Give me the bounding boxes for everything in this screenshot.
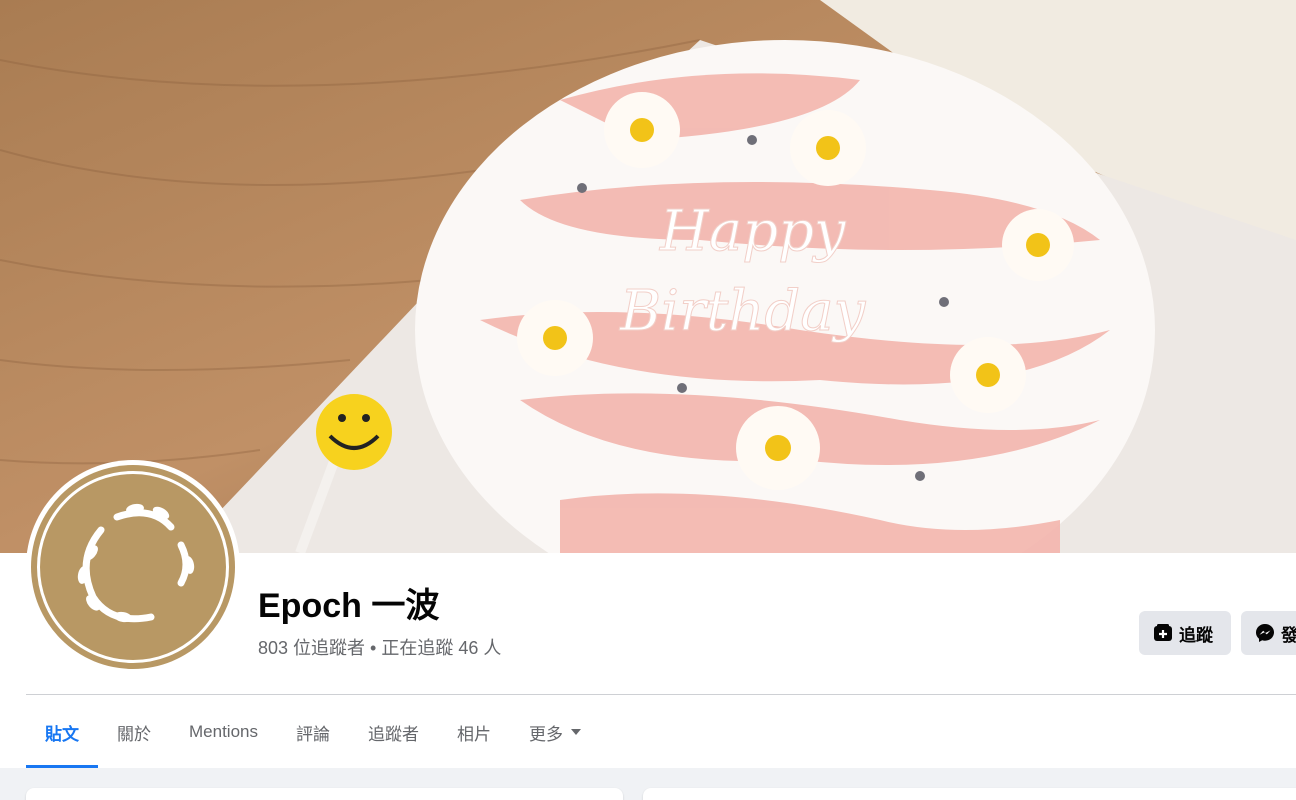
tab-photos[interactable]: 相片 xyxy=(438,696,510,768)
tab-label: 貼文 xyxy=(45,724,79,744)
header-divider xyxy=(26,694,1296,695)
tab-about[interactable]: 關於 xyxy=(98,696,170,768)
messenger-icon xyxy=(1255,623,1275,643)
post-composer-card xyxy=(643,788,1296,800)
caret-down-icon xyxy=(570,729,581,735)
facebook-page: Happy Birthday Epoch 一波 803 位追蹤者 • 正在追蹤 … xyxy=(0,0,1296,800)
tab-followers[interactable]: 追蹤者 xyxy=(349,696,438,768)
laurel-logo-icon xyxy=(77,503,195,623)
tab-label: 關於 xyxy=(117,724,151,744)
tab-label: Mentions xyxy=(189,722,258,741)
avatar-logo-bg xyxy=(31,465,235,669)
message-label: 發 xyxy=(1281,625,1296,645)
tab-posts[interactable]: 貼文 xyxy=(26,696,98,768)
tab-reviews[interactable]: 評論 xyxy=(277,696,349,768)
page-tabs: 貼文 關於 Mentions 評論 追蹤者 相片 更多 xyxy=(26,696,600,768)
tab-more[interactable]: 更多 xyxy=(510,696,600,768)
tab-label: 更多 xyxy=(528,724,563,744)
message-button[interactable]: 發 xyxy=(1241,611,1296,655)
tab-label: 追蹤者 xyxy=(367,724,419,744)
tab-label: 評論 xyxy=(295,724,330,744)
cake-text-happy: Happy xyxy=(659,199,847,264)
tab-label: 相片 xyxy=(456,724,491,744)
profile-avatar[interactable] xyxy=(26,460,240,674)
intro-card xyxy=(26,788,623,800)
follow-button[interactable]: 追蹤 xyxy=(1139,611,1231,655)
tab-mentions[interactable]: Mentions xyxy=(170,696,277,768)
follow-icon xyxy=(1153,623,1173,643)
cake-text-birthday: Birthday xyxy=(619,279,867,344)
follow-label: 追蹤 xyxy=(1179,625,1213,645)
page-title: Epoch 一波 xyxy=(258,587,440,625)
follower-stats[interactable]: 803 位追蹤者 • 正在追蹤 46 人 xyxy=(258,636,501,660)
